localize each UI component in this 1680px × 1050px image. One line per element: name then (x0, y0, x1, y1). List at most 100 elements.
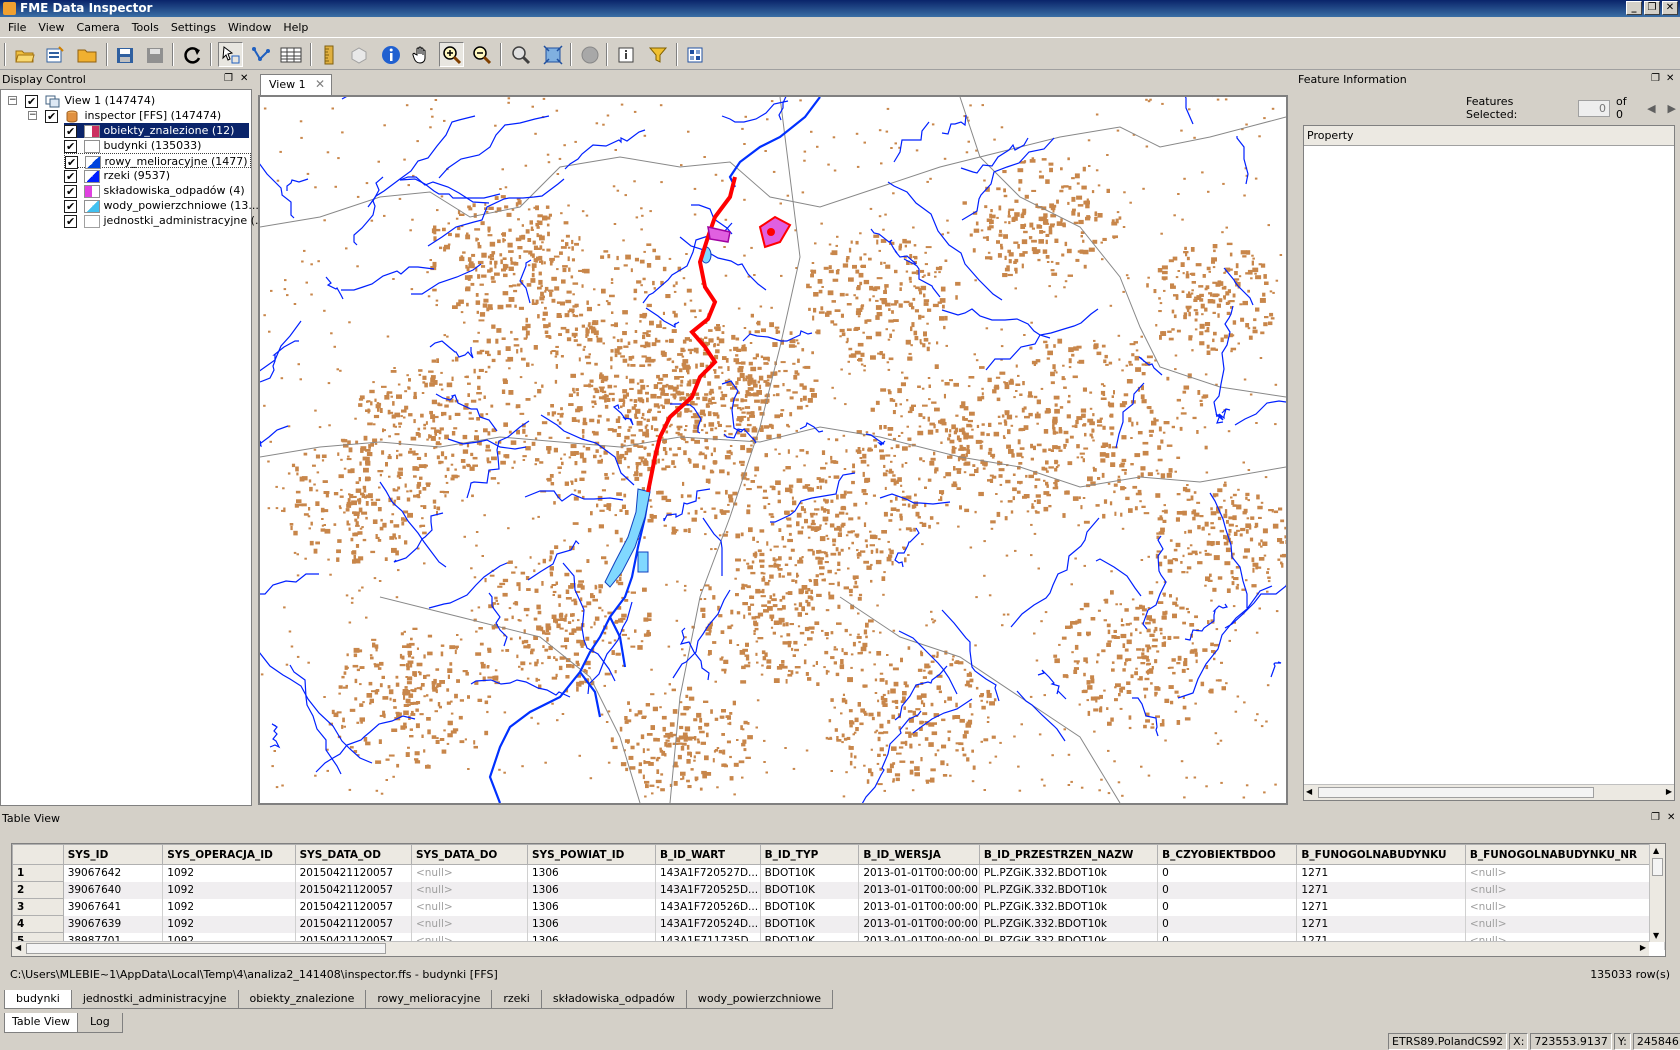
table-cell[interactable]: 0 (1157, 864, 1298, 882)
scroll-thumb[interactable] (1318, 787, 1594, 798)
table-row[interactable]: 4 39067639 1092 20150421120057 <null> 1306 143… (12, 915, 1665, 933)
table-cell[interactable]: 0 (1157, 915, 1298, 933)
background-map-icon[interactable] (682, 42, 707, 67)
zoom-to-selection-icon[interactable] (508, 42, 533, 67)
menu-camera[interactable]: Camera (71, 21, 126, 34)
column-header[interactable]: SYS_OPERACJA_ID (162, 844, 296, 865)
open-dataset-icon[interactable] (12, 42, 37, 67)
close-panel-icon[interactable]: ✕ (1666, 73, 1674, 84)
table-cell[interactable]: <null> (411, 864, 528, 882)
table-cell[interactable]: 143A1F720526D... (655, 898, 761, 916)
table-cell[interactable]: 1271 (1296, 915, 1466, 933)
table-cell[interactable]: PL.PZGiK.332.BDOT10k (979, 881, 1159, 899)
table-cell[interactable]: 1092 (162, 898, 296, 916)
table-cell[interactable]: 1306 (527, 881, 656, 899)
table-cell[interactable]: 20150421120057 (295, 864, 412, 882)
scroll-up-icon[interactable]: ▲ (1653, 846, 1659, 855)
tab-jednostki-administracyjne[interactable]: jednostki_administracyjne (70, 990, 239, 1009)
float-panel-icon[interactable]: ❐ (1651, 812, 1660, 823)
property-column-header[interactable]: Property (1304, 126, 1674, 146)
table-cell[interactable]: BDOT10K (760, 915, 860, 933)
row-number[interactable]: 2 (12, 881, 64, 899)
minimize-button[interactable]: _ (1626, 1, 1642, 15)
filter-icon[interactable] (645, 42, 670, 67)
table-cell[interactable]: <null> (411, 915, 528, 933)
tab-log[interactable]: Log (77, 1013, 123, 1033)
map-canvas[interactable] (229, 28, 1311, 812)
select-icon[interactable] (218, 42, 243, 67)
previous-feature-icon[interactable]: ◀ (1647, 102, 1655, 115)
table-cell[interactable]: 20150421120057 (295, 915, 412, 933)
table-cell[interactable]: 1306 (527, 898, 656, 916)
table-cell[interactable]: PL.PZGiK.332.BDOT10k (979, 915, 1159, 933)
table-cell[interactable]: 1092 (162, 915, 296, 933)
table-cell[interactable]: 39067642 (63, 864, 164, 882)
table-cell[interactable]: PL.PZGiK.332.BDOT10k (979, 898, 1159, 916)
scroll-thumb[interactable] (1652, 858, 1663, 876)
close-button[interactable]: ✕ (1662, 1, 1678, 15)
table-cell[interactable]: BDOT10K (760, 864, 860, 882)
properties-icon[interactable] (613, 42, 638, 67)
tree-node-dataset[interactable]: inspector [FFS] (147474) (45, 108, 221, 124)
table-cell[interactable]: 1271 (1296, 898, 1466, 916)
table-icon[interactable] (278, 42, 303, 67)
tab-table-view[interactable]: Table View (4, 1013, 79, 1033)
column-header[interactable]: B_ID_WERSJA (858, 844, 980, 865)
column-header[interactable]: B_ID_WART (654, 844, 761, 865)
menu-settings[interactable]: Settings (165, 21, 222, 34)
layer-jednostki-administracyjne[interactable]: jednostki_administracyjne (... (64, 213, 265, 229)
column-header[interactable]: B_ID_TYP (759, 844, 860, 865)
tab-skladowiska-odpadow[interactable]: składowiska_odpadów (540, 990, 687, 1009)
table-cell[interactable]: PL.PZGiK.332.BDOT10k (979, 864, 1159, 882)
features-selected-spinner[interactable]: 0 (1578, 99, 1610, 117)
column-header[interactable]: SYS_POWIAT_ID (526, 844, 656, 865)
zoom-in-icon[interactable] (439, 42, 464, 67)
checkbox[interactable] (64, 124, 77, 139)
refresh-icon[interactable] (180, 42, 205, 67)
column-header[interactable]: B_FUNOGOLNABUDYNKU_NR (1464, 844, 1665, 865)
table-cell[interactable]: 1092 (162, 864, 296, 882)
menu-tools[interactable]: Tools (126, 21, 165, 34)
select-nodes-icon[interactable] (248, 42, 273, 67)
row-number[interactable]: 4 (12, 915, 64, 933)
close-panel-icon[interactable]: ✕ (1667, 812, 1675, 823)
table-cell[interactable]: 2013-01-01T00:00:00 (858, 881, 980, 899)
table-cell[interactable]: 0 (1157, 881, 1298, 899)
scroll-down-icon[interactable]: ▼ (1653, 931, 1659, 940)
row-number[interactable]: 1 (12, 864, 64, 882)
table-cell[interactable]: 39067641 (63, 898, 164, 916)
checkbox[interactable] (64, 184, 77, 199)
tab-obiekty-znalezione[interactable]: obiekty_znalezione (237, 990, 367, 1009)
close-panel-icon[interactable]: ✕ (240, 73, 248, 84)
close-tab-icon[interactable]: ✕ (315, 75, 325, 94)
table-cell[interactable]: 20150421120057 (295, 898, 412, 916)
table-cell[interactable]: BDOT10K (760, 898, 860, 916)
column-header[interactable]: B_ID_PRZESTRZEN_NAZW (978, 844, 1159, 865)
table-cell[interactable]: 1092 (162, 881, 296, 899)
table-cell[interactable]: 20150421120057 (295, 881, 412, 899)
layer-wody-powierzchniowe[interactable]: wody_powierzchniowe (13... (64, 198, 259, 214)
open-folder-icon[interactable] (74, 42, 99, 67)
table-row[interactable]: 1 39067642 1092 20150421120057 <null> 1306 143… (12, 864, 1665, 882)
table-cell[interactable]: <null> (411, 881, 528, 899)
checkbox[interactable] (64, 169, 77, 184)
info-icon[interactable] (378, 42, 403, 67)
menu-window[interactable]: Window (222, 21, 277, 34)
layer-budynki[interactable]: budynki (135033) (64, 138, 201, 154)
measure-icon[interactable] (316, 42, 341, 67)
column-header[interactable]: B_FUNOGOLNABUDYNKU (1296, 844, 1466, 865)
layer-obiekty-znalezione[interactable]: obiekty_znalezione (12) (64, 123, 249, 139)
horizontal-scrollbar[interactable]: ◀ ▶ (1304, 784, 1674, 800)
layer-skladowiska-odpadow[interactable]: składowiska_odpadów (4) (64, 183, 245, 199)
row-number[interactable]: 3 (12, 898, 64, 916)
checkbox[interactable] (45, 109, 58, 124)
table-cell[interactable]: 2013-01-01T00:00:00 (858, 915, 980, 933)
checkbox[interactable] (25, 94, 38, 109)
checkbox[interactable] (64, 214, 77, 229)
collapse-icon[interactable]: − (28, 111, 37, 120)
tab-rowy-melioracyjne[interactable]: rowy_melioracyjne (365, 990, 493, 1009)
tab-rzeki[interactable]: rzeki (491, 990, 542, 1009)
menu-view[interactable]: View (32, 21, 70, 34)
column-header[interactable]: SYS_ID (62, 844, 164, 865)
table-cell[interactable]: <null> (411, 898, 528, 916)
